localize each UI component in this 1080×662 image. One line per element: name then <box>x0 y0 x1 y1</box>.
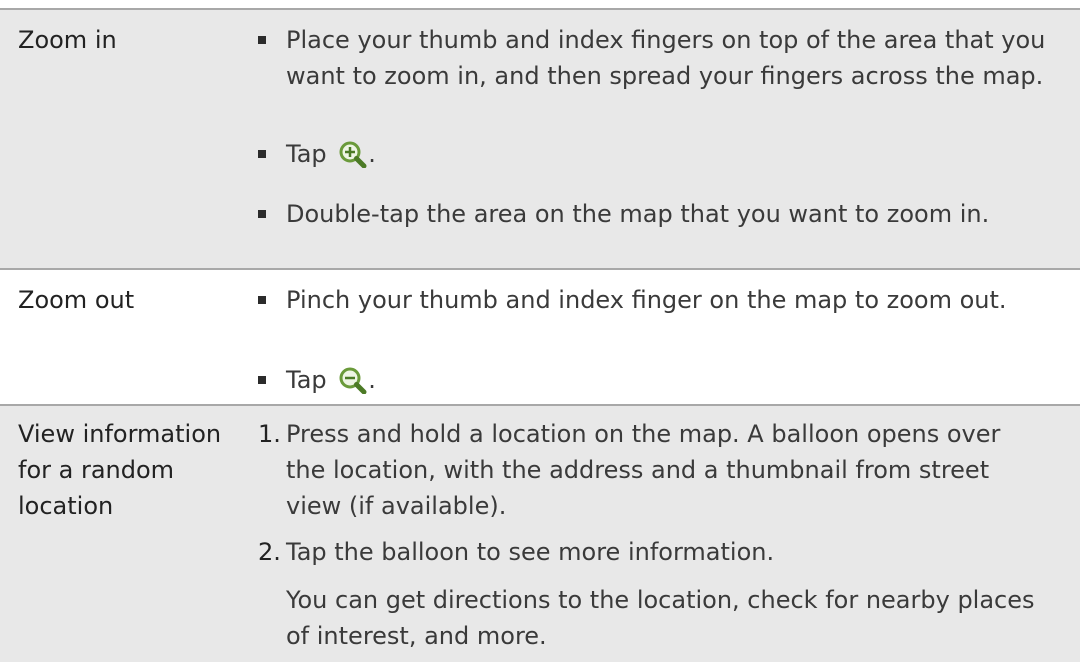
row-label: View information for a random location <box>18 420 222 520</box>
item-text: Place your thumb and index fingers on to… <box>286 26 1046 90</box>
item-text: Double-tap the area on the map that you … <box>286 200 990 228</box>
bullet-marker <box>258 210 266 218</box>
item-text: Press and hold a location on the map. A … <box>286 420 1001 520</box>
list-item: Place your thumb and index fingers on to… <box>258 22 1058 130</box>
row-label: Zoom in <box>18 26 117 54</box>
table-row-zoom-in: Zoom in Place your thumb and index finge… <box>0 10 1080 268</box>
item-text-with-icon: Tap . <box>286 362 1046 398</box>
item-text: Pinch your thumb and index finger on the… <box>286 286 1007 314</box>
row-label: Zoom out <box>18 286 135 314</box>
bullet-marker <box>258 296 266 304</box>
bullet-marker <box>258 150 266 158</box>
item-suffix: . <box>368 140 376 168</box>
item-text: Tap <box>286 366 327 394</box>
list-item: 1. Press and hold a location on the map.… <box>258 416 1058 524</box>
item-number: 2. <box>258 538 281 566</box>
zoom-in-icon <box>338 140 368 169</box>
list-item: Tap . <box>258 362 1058 398</box>
bullet-marker <box>258 36 266 44</box>
list-item: Tap . <box>258 136 1058 172</box>
list-item-note: You can get directions to the location, … <box>258 582 1058 654</box>
item-text: Tap the balloon to see more information. <box>286 538 775 566</box>
item-suffix: . <box>368 366 376 394</box>
item-number: 1. <box>258 420 281 448</box>
item-text: You can get directions to the location, … <box>286 586 1035 650</box>
list-item: Pinch your thumb and index finger on the… <box>258 282 1058 354</box>
table-row-zoom-out: Zoom out Pinch your thumb and index fing… <box>0 270 1080 404</box>
zoom-out-icon <box>338 366 368 395</box>
list-item: 2. Tap the balloon to see more informati… <box>258 534 1058 570</box>
bullet-marker <box>258 376 266 384</box>
item-text-with-icon: Tap . <box>286 136 1046 172</box>
list-item: Double-tap the area on the map that you … <box>258 196 1058 232</box>
table-row-view-information: View information for a random location 1… <box>0 406 1080 662</box>
item-text: Tap <box>286 140 327 168</box>
